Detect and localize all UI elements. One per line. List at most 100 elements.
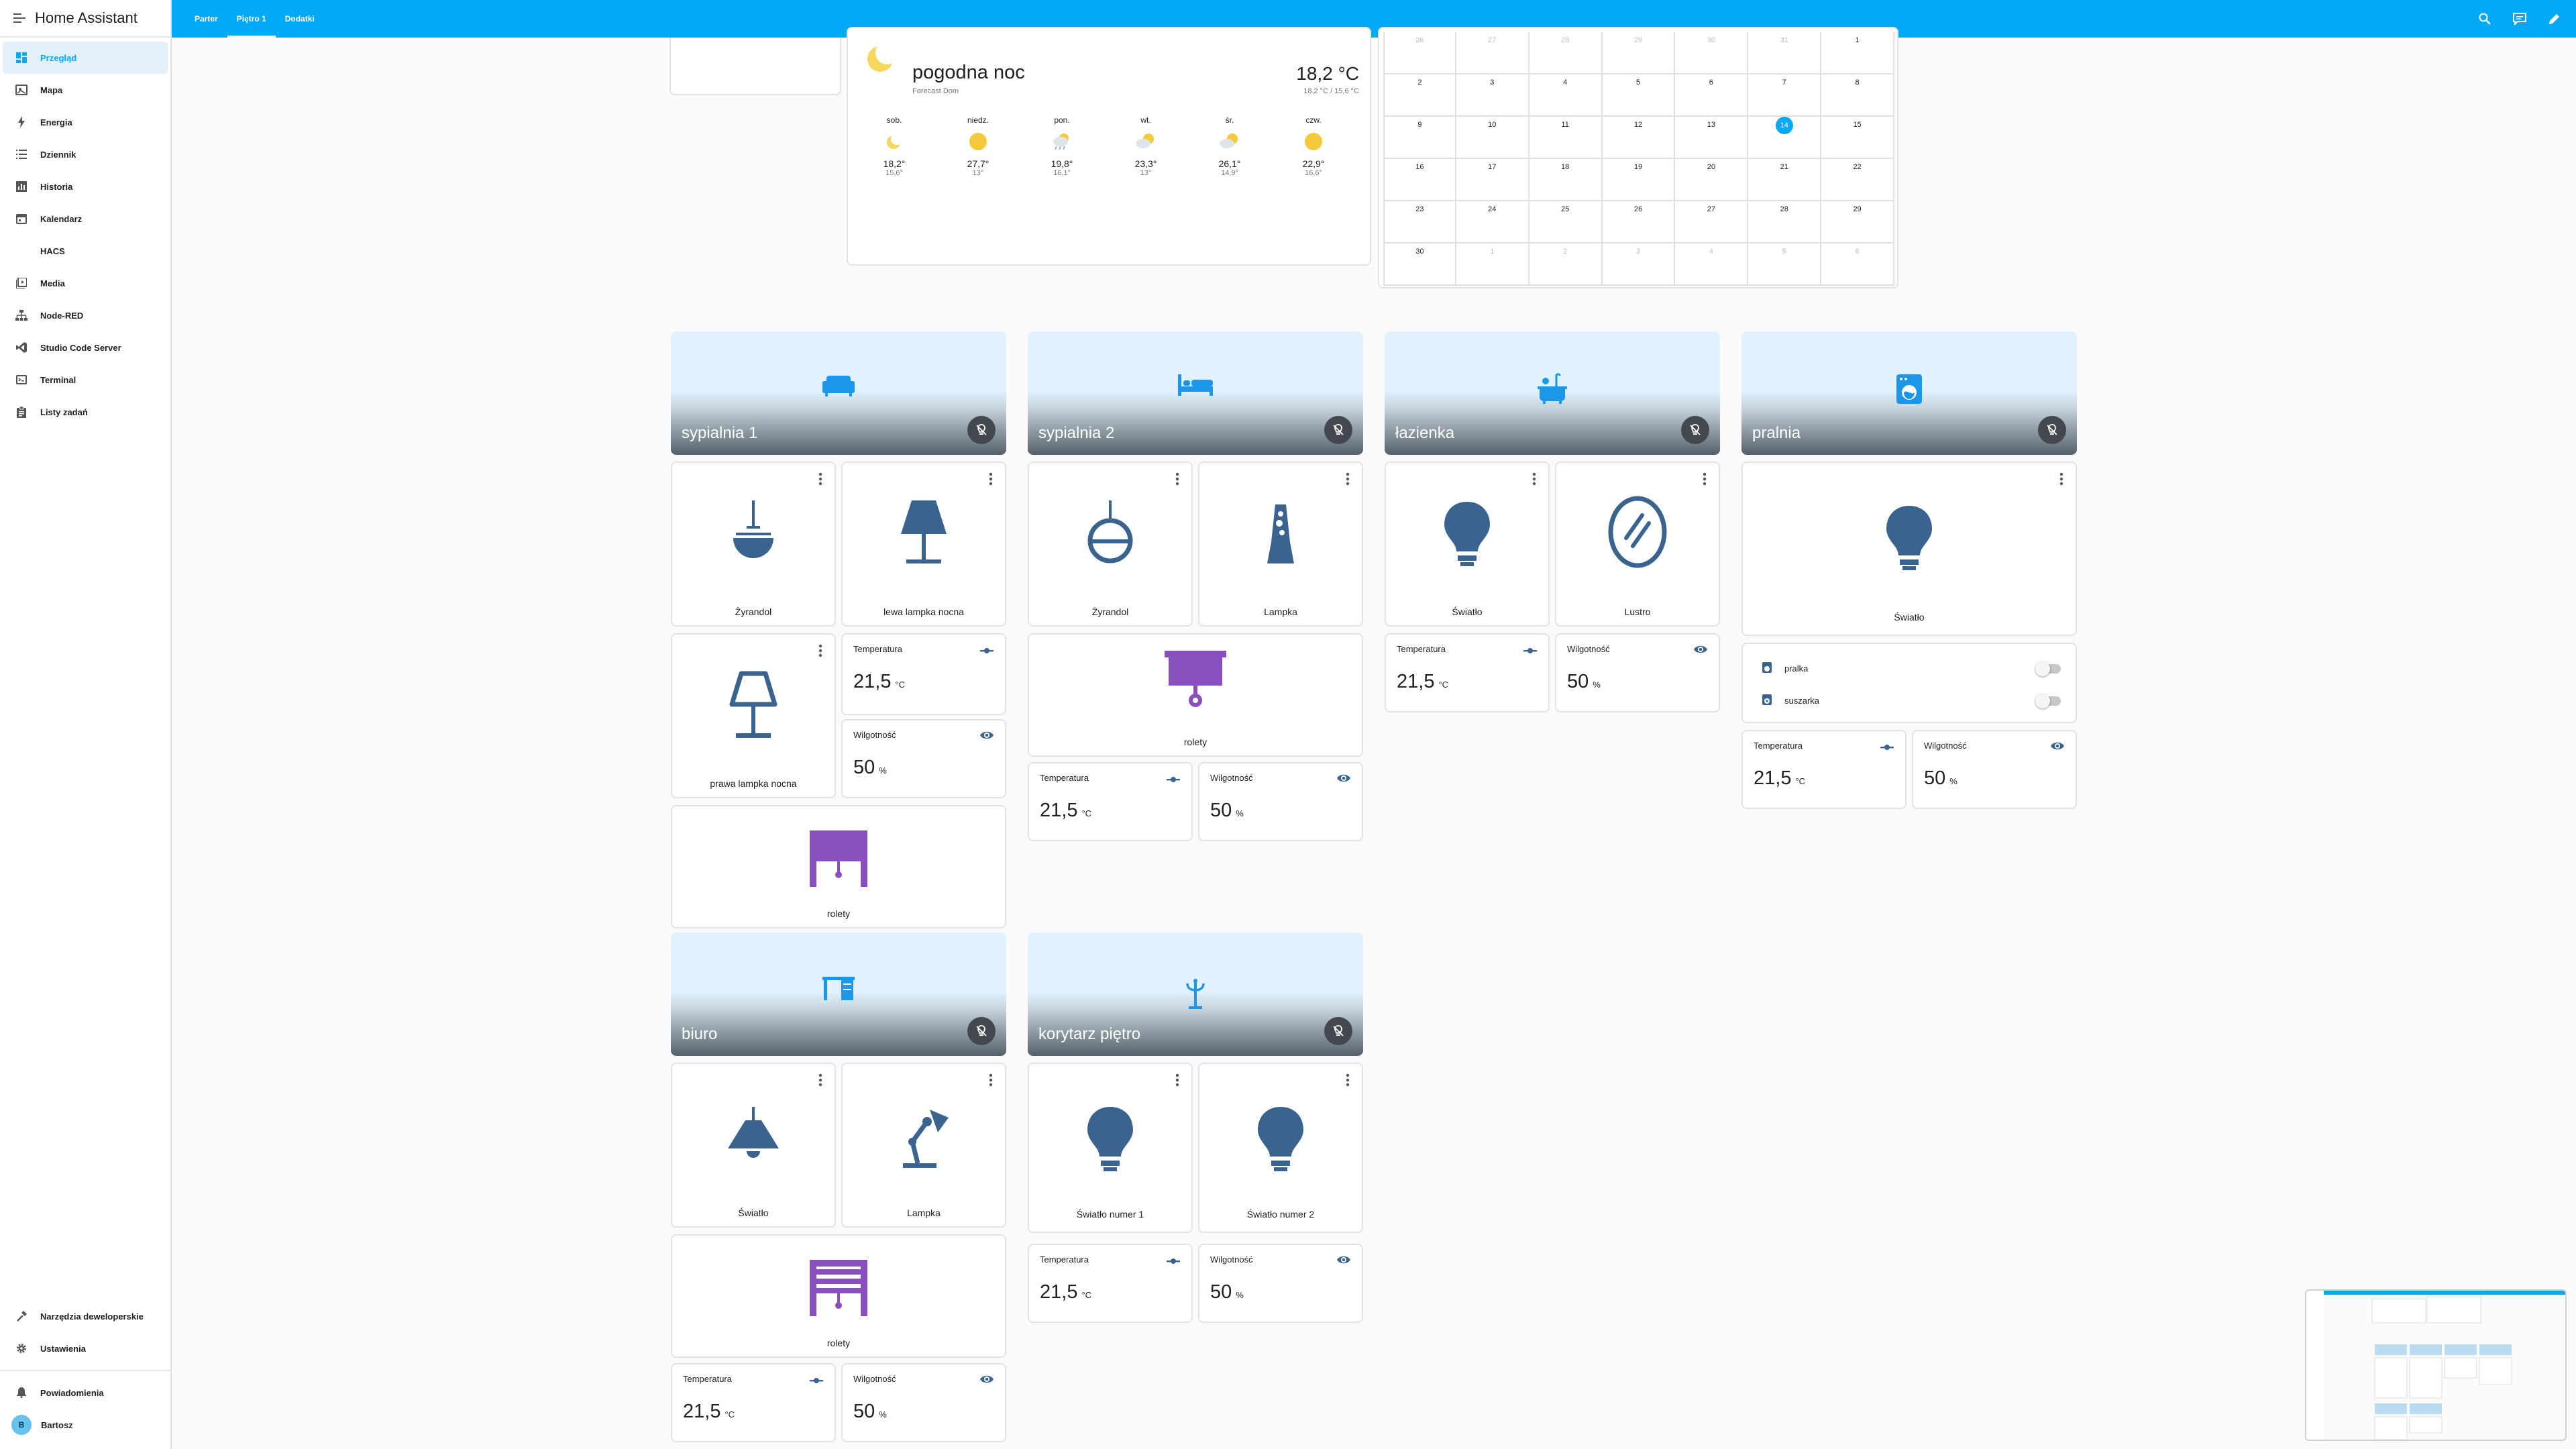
toggle-switch[interactable]	[2035, 694, 2061, 708]
calendar-day[interactable]: 11	[1529, 117, 1603, 159]
more-icon[interactable]	[1175, 1073, 1179, 1087]
tab-parter[interactable]: Parter	[185, 0, 227, 38]
assist-icon[interactable]	[2512, 11, 2528, 27]
device-tile-prawa-lampka-nocna[interactable]: prawa lampka nocna	[671, 633, 836, 798]
device-tile-swiatlo[interactable]: Światło	[671, 1063, 836, 1228]
device-tile-rolety[interactable]: rolety	[671, 805, 1006, 928]
device-tile-rolety[interactable]: rolety	[671, 1234, 1006, 1358]
sidebar-item-przeglad[interactable]: Przegląd	[3, 42, 168, 74]
calendar-day[interactable]: 2	[1529, 244, 1603, 286]
sensor-tile-humidity[interactable]: Wilgotność 50%	[1198, 762, 1363, 841]
more-icon[interactable]	[818, 472, 822, 486]
calendar-day[interactable]: 17	[1456, 159, 1529, 201]
calendar-day[interactable]: 2	[1383, 74, 1456, 117]
lightbulb-off-icon[interactable]	[2038, 416, 2066, 444]
more-icon[interactable]	[989, 472, 993, 486]
calendar-day[interactable]: 3	[1602, 244, 1676, 286]
more-icon[interactable]	[2059, 472, 2063, 486]
calendar-day[interactable]: 12	[1602, 117, 1676, 159]
tab-dodatki[interactable]: Dodatki	[276, 0, 324, 38]
device-tile-lustro[interactable]: Lustro	[1555, 462, 1720, 627]
sidebar-item-dziennik[interactable]: Dziennik	[3, 138, 168, 170]
sensor-tile-temperature[interactable]: Temperatura 21,5 °C	[841, 633, 1006, 715]
lightbulb-off-icon[interactable]	[1324, 1017, 1352, 1045]
calendar-day[interactable]: 27	[1456, 32, 1529, 74]
calendar-day[interactable]: 4	[1675, 244, 1749, 286]
calendar-day[interactable]: 3	[1456, 74, 1529, 117]
more-icon[interactable]	[1175, 472, 1179, 486]
lightbulb-off-icon[interactable]	[967, 1017, 996, 1045]
sidebar-item-user[interactable]: B Bartosz	[3, 1409, 168, 1441]
more-icon[interactable]	[818, 644, 822, 657]
entity-row-pralka[interactable]: pralka	[1743, 652, 2076, 684]
sensor-tile-humidity[interactable]: Wilgotność 50%	[841, 1363, 1006, 1442]
device-tile-swiatlo-numer-2[interactable]: Światło numer 2	[1198, 1063, 1363, 1233]
calendar-day[interactable]: 29	[1821, 201, 1894, 244]
device-tile-rolety[interactable]: rolety	[1028, 633, 1363, 757]
calendar-day[interactable]: 26	[1383, 32, 1456, 74]
more-icon[interactable]	[1703, 472, 1707, 486]
sensor-tile-temperature[interactable]: Temperatura 21,5 °C	[671, 1363, 836, 1442]
calendar-day[interactable]: 20	[1675, 159, 1749, 201]
sidebar-item-historia[interactable]: Historia	[3, 170, 168, 203]
device-tile-lampka[interactable]: Lampka	[1198, 462, 1363, 627]
calendar-day[interactable]: 18	[1529, 159, 1603, 201]
edit-icon[interactable]	[2546, 11, 2563, 27]
sensor-tile-temperature[interactable]: Temperatura 21,5 °C	[1385, 633, 1550, 712]
calendar-day[interactable]: 26	[1602, 201, 1676, 244]
calendar-day[interactable]: 1	[1821, 32, 1894, 74]
sidebar-item-hacs[interactable]: HACS	[3, 235, 168, 267]
tab-pietro-1[interactable]: Piętro 1	[227, 0, 276, 38]
calendar-day[interactable]: 27	[1675, 201, 1749, 244]
more-icon[interactable]	[1346, 472, 1350, 486]
area-card-korytarz-pietro[interactable]: korytarz piętro	[1028, 932, 1363, 1056]
calendar-day[interactable]: 1	[1456, 244, 1529, 286]
sensor-tile-temperature[interactable]: Temperatura 21,5 °C	[1741, 730, 1907, 809]
sensor-tile-humidity[interactable]: Wilgotność 50%	[841, 719, 1006, 798]
calendar-day[interactable]: 5	[1748, 244, 1822, 286]
sensor-tile-humidity[interactable]: Wilgotność 50%	[1912, 730, 2077, 809]
area-card-sypialnia-2[interactable]: sypialnia 2	[1028, 331, 1363, 455]
calendar-day[interactable]: 6	[1675, 74, 1749, 117]
calendar-day[interactable]: 23	[1383, 201, 1456, 244]
sensor-tile-temperature[interactable]: Temperatura 21,5 °C	[1028, 1244, 1193, 1323]
device-tile-lampka[interactable]: Lampka	[841, 1063, 1006, 1228]
calendar-day[interactable]: 31	[1748, 32, 1822, 74]
sidebar-item-notifications[interactable]: Powiadomienia	[3, 1377, 168, 1409]
calendar-day[interactable]: 29	[1602, 32, 1676, 74]
calendar-day[interactable]: 7	[1748, 74, 1822, 117]
sidebar-item-node-red[interactable]: Node-RED	[3, 299, 168, 331]
sensor-tile-humidity[interactable]: Wilgotność 50%	[1198, 1244, 1363, 1323]
area-card-lazienka[interactable]: łazienka	[1385, 331, 1720, 455]
device-tile-swiatlo[interactable]: Światło	[1385, 462, 1550, 627]
sidebar-item-studio-code-server[interactable]: Studio Code Server	[3, 331, 168, 364]
calendar-day[interactable]: 14	[1748, 117, 1822, 159]
more-icon[interactable]	[989, 1073, 993, 1087]
area-card-pralnia[interactable]: pralnia	[1741, 331, 2077, 455]
calendar-day[interactable]: 22	[1821, 159, 1894, 201]
calendar-day[interactable]: 6	[1821, 244, 1894, 286]
calendar-day[interactable]: 9	[1383, 117, 1456, 159]
sidebar-item-terminal[interactable]: Terminal	[3, 364, 168, 396]
calendar-day[interactable]: 28	[1748, 201, 1822, 244]
sidebar-item-mapa[interactable]: Mapa	[3, 74, 168, 106]
toggle-switch[interactable]	[2035, 661, 2061, 676]
menu-collapse-icon[interactable]	[13, 13, 25, 23]
calendar-day[interactable]: 10	[1456, 117, 1529, 159]
device-tile-lewa-lampka-nocna[interactable]: lewa lampka nocna	[841, 462, 1006, 627]
calendar-day[interactable]: 13	[1675, 117, 1749, 159]
calendar-day[interactable]: 4	[1529, 74, 1603, 117]
calendar-day[interactable]: 8	[1821, 74, 1894, 117]
calendar-day[interactable]: 15	[1821, 117, 1894, 159]
lightbulb-off-icon[interactable]	[1324, 416, 1352, 444]
sidebar-item-developer-tools[interactable]: Narzędzia deweloperskie	[3, 1300, 168, 1332]
sensor-tile-temperature[interactable]: Temperatura 21,5 °C	[1028, 762, 1193, 841]
calendar-day[interactable]: 30	[1383, 244, 1456, 286]
sidebar-item-energia[interactable]: Energia	[3, 106, 168, 138]
weather-card[interactable]: pogodna noc Forecast Dom 18,2 °C 18,2 °C…	[847, 27, 1371, 266]
lightbulb-off-icon[interactable]	[967, 416, 996, 444]
more-icon[interactable]	[818, 1073, 822, 1087]
lightbulb-off-icon[interactable]	[1681, 416, 1709, 444]
device-tile-zyrandol[interactable]: Żyrandol	[1028, 462, 1193, 627]
sidebar-item-listy-zadan[interactable]: Listy zadań	[3, 396, 168, 428]
